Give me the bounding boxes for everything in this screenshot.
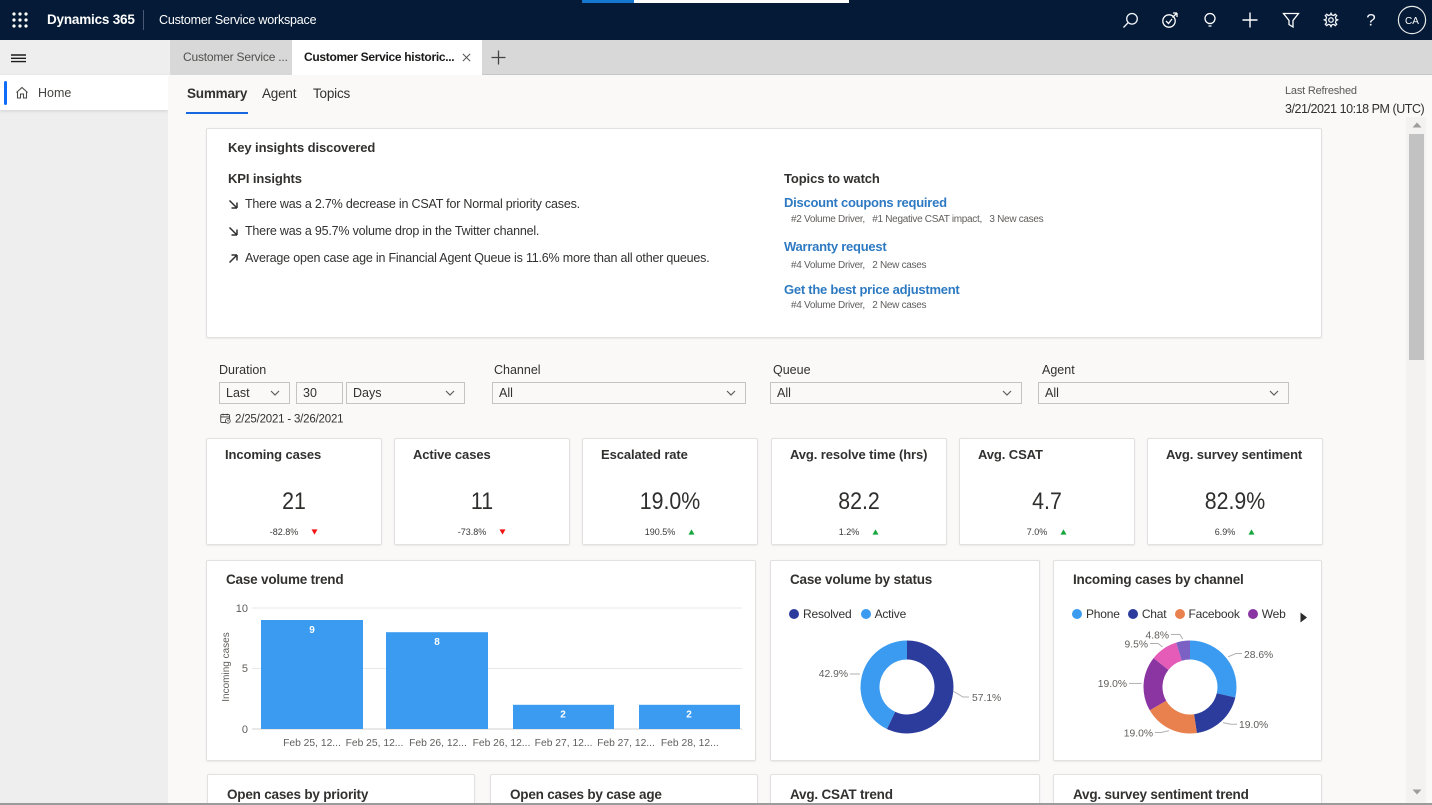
svg-text:Feb 27, 12...: Feb 27, 12... [597, 738, 655, 749]
svg-text:9: 9 [309, 625, 315, 636]
svg-text:9.5%: 9.5% [1125, 640, 1148, 651]
svg-text:Feb 25, 12...: Feb 25, 12... [283, 738, 341, 749]
svg-text:2: 2 [560, 710, 566, 721]
svg-text:57.1%: 57.1% [972, 693, 1001, 704]
svg-text:0: 0 [242, 724, 248, 736]
svg-text:?: ? [1366, 11, 1375, 30]
svg-text:2: 2 [686, 710, 692, 721]
svg-text:8: 8 [434, 637, 440, 648]
svg-text:Incoming cases: Incoming cases [221, 632, 232, 701]
svg-text:19.0%: 19.0% [1124, 729, 1153, 740]
svg-text:Feb 26, 12...: Feb 26, 12... [473, 738, 531, 749]
svg-text:19.0%: 19.0% [1098, 679, 1127, 690]
svg-text:10: 10 [236, 603, 248, 615]
svg-text:Feb 25, 12...: Feb 25, 12... [346, 738, 404, 749]
svg-text:Feb 28, 12...: Feb 28, 12... [661, 738, 719, 749]
svg-text:4.8%: 4.8% [1146, 630, 1169, 641]
svg-text:CA: CA [1405, 16, 1419, 27]
svg-text:Feb 27, 12...: Feb 27, 12... [535, 738, 593, 749]
svg-text:19.0%: 19.0% [1239, 720, 1268, 731]
svg-text:5: 5 [242, 663, 248, 675]
svg-text:Feb 26, 12...: Feb 26, 12... [409, 738, 467, 749]
svg-text:28.6%: 28.6% [1244, 650, 1273, 661]
svg-text:42.9%: 42.9% [819, 669, 848, 680]
